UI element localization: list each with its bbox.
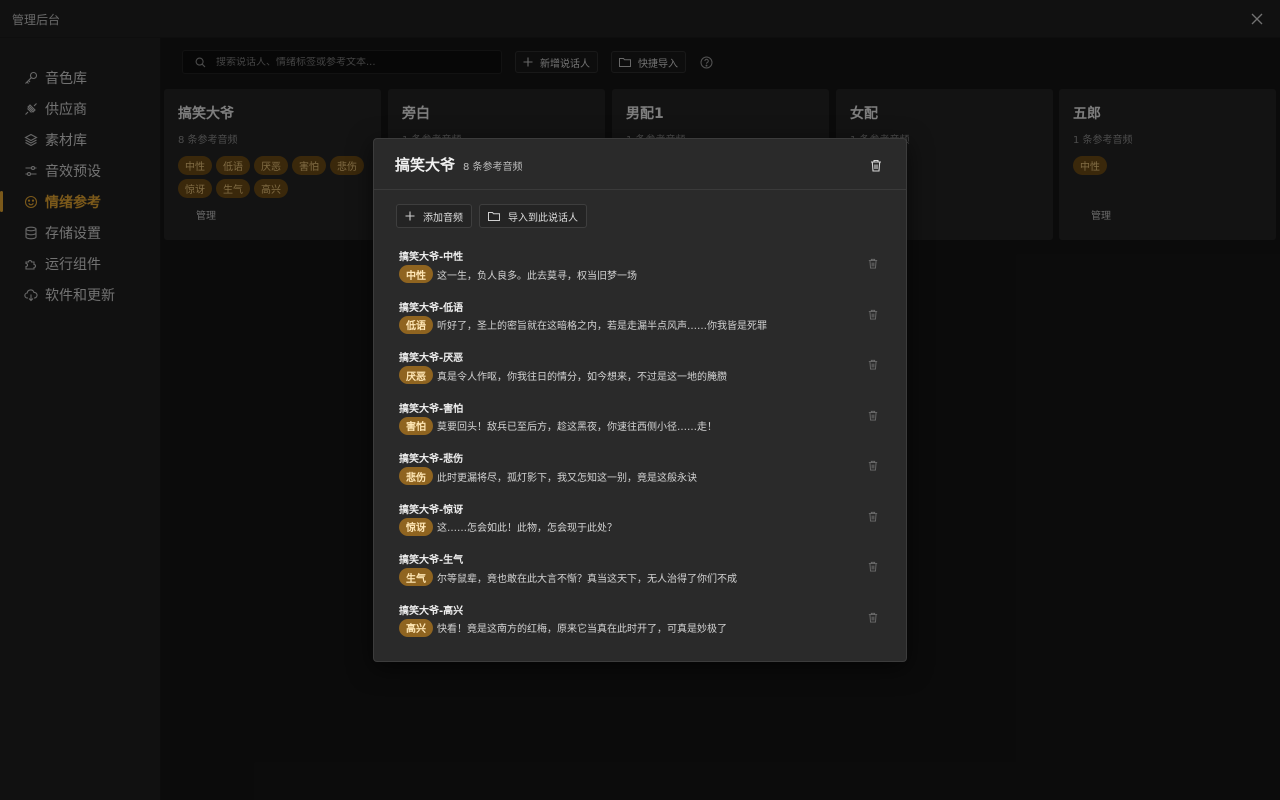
delete-audio-icon[interactable] [868, 309, 878, 320]
audio-text: 此时更漏将尽，孤灯影下，我又怎知这一别，竟是这般永诀 [437, 472, 697, 484]
audio-item[interactable]: 搞笑大爷-高兴 高兴 快看！竟是这南方的红梅，原来它当真在此时开了，可真是妙极了 [399, 602, 906, 653]
audio-text: 莫要回头！敌兵已至后方，趁这黑夜，你速往西侧小径……走！ [437, 422, 717, 433]
audio-item[interactable]: 搞笑大爷-害怕 害怕 莫要回头！敌兵已至后方，趁这黑夜，你速往西侧小径……走！ [399, 400, 906, 451]
emotion-tag: 高兴 [399, 618, 433, 637]
emotion-tag: 悲伤 [399, 467, 433, 485]
dialog-actions: 添加音频 导入到此说话人 [374, 190, 906, 228]
audio-list: 搞笑大爷-中性 中性 这一生，负人良多。此去莫寻，权当旧梦一场 搞笑大爷-低语 低… [374, 228, 906, 652]
audio-item[interactable]: 搞笑大爷-生气 生气 尔等鼠辈，竟也敢在此大言不惭？真当这天下，无人治得了你们不成 [399, 551, 906, 602]
audio-title: 搞笑大爷-惊讶 [399, 504, 464, 516]
audio-item[interactable]: 搞笑大爷-中性 中性 这一生，负人良多。此去莫寻，权当旧梦一场 [399, 248, 906, 299]
folder-icon [488, 212, 500, 221]
delete-audio-icon[interactable] [868, 612, 878, 623]
delete-audio-icon[interactable] [868, 258, 878, 269]
delete-audio-icon[interactable] [868, 460, 878, 471]
audio-item[interactable]: 搞笑大爷-惊讶 惊讶 这……怎会如此！此物，怎会现于此处？ [399, 501, 906, 552]
add-audio-label: 添加音频 [423, 212, 463, 224]
delete-audio-icon[interactable] [868, 511, 878, 522]
audio-title: 搞笑大爷-厌恶 [399, 353, 464, 364]
audio-title: 搞笑大爷-悲伤 [399, 454, 464, 465]
plus-icon [405, 211, 415, 221]
audio-item[interactable]: 搞笑大爷-厌恶 厌恶 真是令人作呕，你我往日的情分，如今想来，不过是这一地的腌臜 [399, 349, 906, 400]
emotion-tag: 中性 [399, 265, 433, 283]
audio-text: 这……怎会如此！此物，怎会现于此处？ [437, 523, 617, 534]
emotion-tag: 低语 [399, 315, 433, 334]
delete-audio-icon[interactable] [868, 561, 878, 572]
audio-text: 尔等鼠辈，竟也敢在此大言不惭？真当这天下，无人治得了你们不成 [437, 573, 737, 585]
dialog-count: 8 条参考音频 [463, 162, 523, 173]
audio-text: 这一生，负人良多。此去莫寻，权当旧梦一场 [437, 270, 637, 282]
audio-title: 搞笑大爷-生气 [399, 555, 464, 566]
audio-text: 听好了，圣上的密旨就在这暗格之内，若是走漏半点风声……你我皆是死罪 [437, 321, 767, 332]
audio-title: 搞笑大爷-中性 [399, 252, 464, 263]
dialog-header: 搞笑大爷 8 条参考音频 [374, 139, 906, 190]
audio-title: 搞笑大爷-低语 [399, 302, 464, 314]
add-audio-button[interactable]: 添加音频 [396, 204, 472, 228]
import-to-speaker-button[interactable]: 导入到此说话人 [479, 204, 587, 228]
audio-title: 搞笑大爷-害怕 [399, 403, 464, 415]
audio-item[interactable]: 搞笑大爷-悲伤 悲伤 此时更漏将尽，孤灯影下，我又怎知这一别，竟是这般永诀 [399, 450, 906, 501]
audio-text: 真是令人作呕，你我往日的情分，如今想来，不过是这一地的腌臜 [437, 371, 727, 383]
audio-text: 快看！竟是这南方的红梅，原来它当真在此时开了，可真是妙极了 [437, 624, 727, 635]
emotion-tag: 厌恶 [399, 366, 433, 384]
emotion-tag: 害怕 [399, 416, 433, 435]
delete-speaker-icon[interactable] [870, 159, 882, 172]
import-label: 导入到此说话人 [508, 212, 578, 224]
audio-item[interactable]: 搞笑大爷-低语 低语 听好了，圣上的密旨就在这暗格之内，若是走漏半点风声……你我皆… [399, 299, 906, 350]
speaker-detail-dialog: 搞笑大爷 8 条参考音频 添加音频 导入到此说话人 搞笑大爷-中性 中性 这一生，… [373, 138, 907, 662]
delete-audio-icon[interactable] [868, 359, 878, 370]
audio-title: 搞笑大爷-高兴 [399, 605, 464, 617]
emotion-tag: 惊讶 [399, 517, 433, 536]
dialog-title: 搞笑大爷 [395, 155, 456, 174]
emotion-tag: 生气 [399, 568, 433, 586]
delete-audio-icon[interactable] [868, 410, 878, 421]
